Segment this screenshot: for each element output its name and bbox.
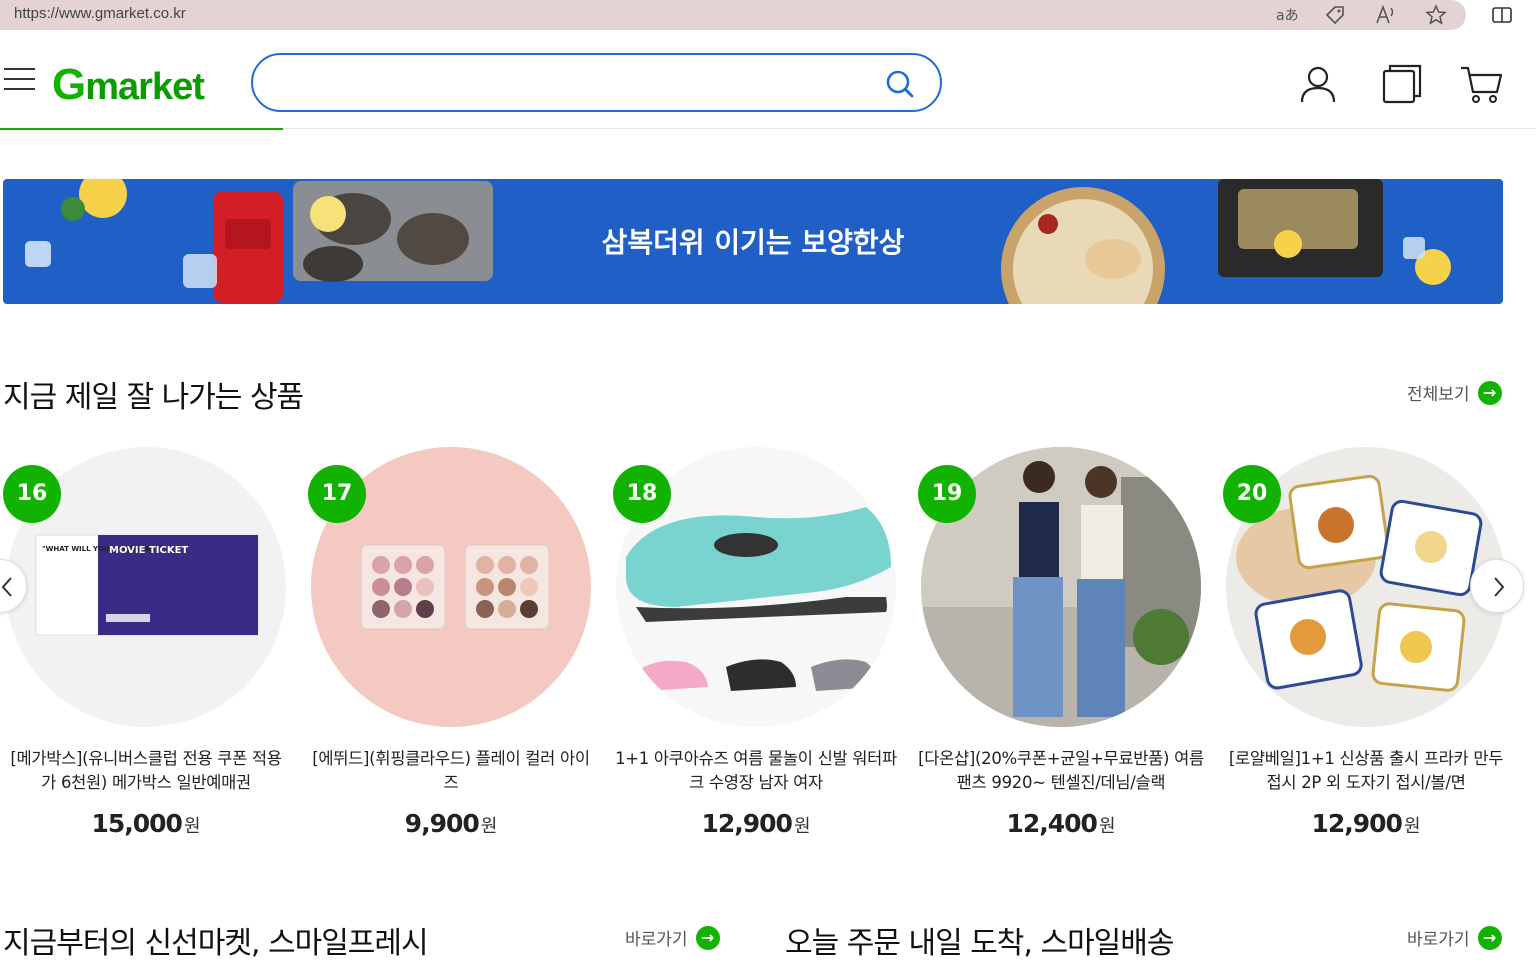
smile-fresh-link[interactable]: 바로가기 [625,925,720,950]
my-account-icon[interactable] [1296,62,1340,106]
chevron-left-icon [1,577,12,597]
url-text[interactable]: https://www.gmarket.co.kr [14,5,186,22]
menu-hamburger-icon[interactable] [4,68,36,92]
price-unit: 원 [1403,816,1421,837]
price-value: 12,900 [1311,809,1402,838]
smile-delivery-title: 오늘 주문 내일 도착, 스마일배송 [785,926,1174,961]
product-name[interactable]: [로얄베일]1+1 신상품 출시 프라카 만두접시 2P 외 도자기 접시/볼/… [1223,747,1509,795]
bestsellers-title: 지금 제일 잘 나가는 상품 [3,380,304,415]
read-aloud-icon[interactable] [1373,3,1397,27]
bestsellers-view-all-link[interactable]: 전체보기 [1407,380,1502,405]
price-unit: 원 [183,816,201,837]
product-price: 15,000 원 [3,809,289,838]
rank-badge: 18 [613,465,671,523]
translate-icon[interactable]: aあ [1274,3,1298,27]
rank-badge: 17 [308,465,366,523]
site-header: Gmarket [0,38,1536,129]
search-input[interactable] [277,67,877,99]
address-bar[interactable]: https://www.gmarket.co.kr [0,0,1466,30]
product-name[interactable]: 1+1 아쿠아슈즈 여름 물놀이 신발 워터파크 수영장 남자 여자 [613,747,899,795]
price-unit: 원 [793,816,811,837]
tag-icon[interactable] [1323,3,1347,27]
rank-badge: 16 [3,465,61,523]
search-box [251,53,942,112]
recent-items-icon[interactable] [1380,62,1424,106]
arrow-right-icon [1477,925,1502,950]
go-label: 바로가기 [1407,930,1470,950]
product-price: 12,900 원 [1223,809,1509,838]
cart-icon[interactable] [1459,62,1503,106]
logo-g: G [52,60,86,109]
gmarket-logo[interactable]: Gmarket [52,60,205,110]
search-icon[interactable] [883,67,917,101]
smile-delivery-link[interactable]: 바로가기 [1407,925,1502,950]
svg-text:aあ: aあ [1276,8,1298,24]
header-accent-line [0,128,283,130]
logo-text: market [85,66,205,108]
price-value: 15,000 [91,809,182,838]
view-all-label: 전체보기 [1407,385,1470,405]
product-price: 9,900 원 [308,809,594,838]
carousel-next-button[interactable] [1470,559,1524,613]
rank-badge: 20 [1223,465,1281,523]
smile-fresh-title: 지금부터의 신선마켓, 스마일프레시 [3,926,429,961]
price-unit: 원 [480,816,498,837]
arrow-right-icon [1477,380,1502,405]
product-name[interactable]: [다온샵](20%쿠폰+균일+무료반품) 여름팬츠 9920~ 텐셀진/데님/슬… [918,747,1204,795]
rank-badge: 19 [918,465,976,523]
product-price: 12,400 원 [918,809,1204,838]
carousel-prev-button[interactable] [0,559,27,613]
promo-banner[interactable]: 삼복더위 이기는 보양한상 [3,179,1503,304]
arrow-right-icon [695,925,720,950]
chevron-right-icon [1494,577,1505,597]
price-value: 12,900 [701,809,792,838]
product-price: 12,900 원 [613,809,899,838]
ticket-label: MOVIE TICKET [109,545,188,556]
browser-toolbar: https://www.gmarket.co.kr aあ [0,0,1536,30]
price-value: 9,900 [404,809,480,838]
banner-headline: 삼복더위 이기는 보양한상 [601,226,905,259]
price-value: 12,400 [1006,809,1097,838]
split-screen-icon[interactable] [1490,3,1514,27]
product-name[interactable]: [에뛰드](휘핑클라우드) 플레이 컬러 아이즈 [308,747,594,795]
go-label: 바로가기 [625,930,688,950]
product-name[interactable]: [메가박스](유니버스클럽 전용 쿠폰 적용가 6천원) 메가박스 일반예매권 [3,747,289,795]
favorite-star-icon[interactable] [1424,3,1448,27]
price-unit: 원 [1098,816,1116,837]
